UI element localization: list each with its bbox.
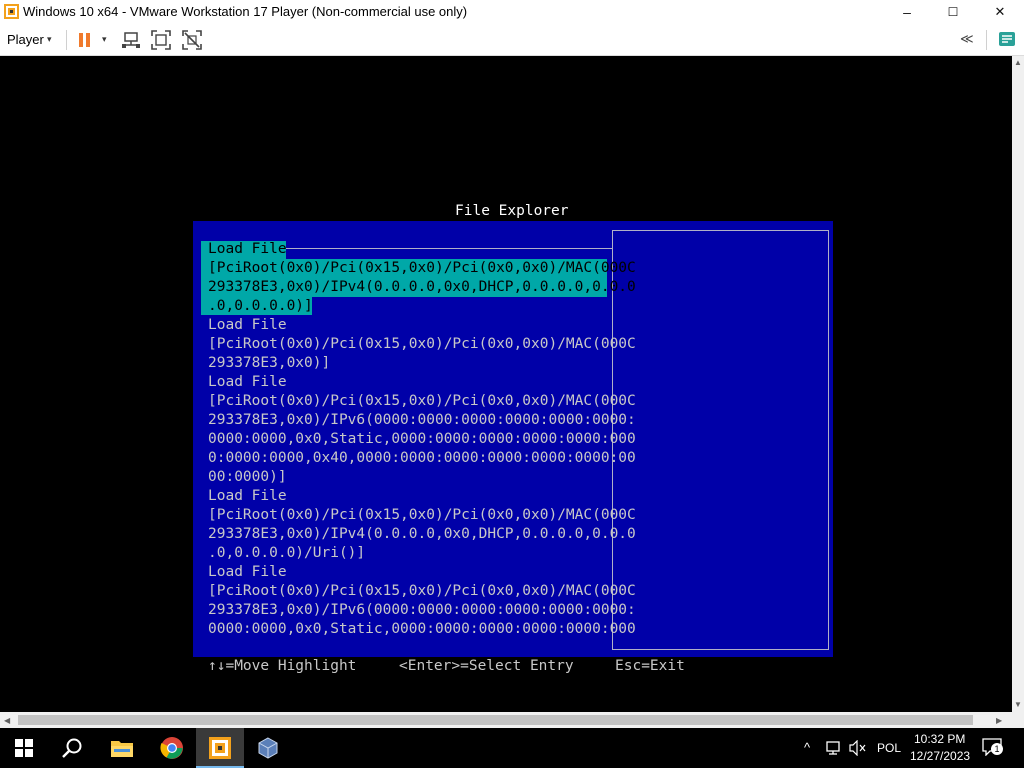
scroll-down-icon[interactable]: ▼	[1014, 700, 1022, 709]
file-explorer-button[interactable]	[98, 728, 146, 768]
entry-path: [PciRoot(0x0)/Pci(0x15,0x0)/Pci(0x0,0x0)…	[208, 507, 636, 523]
entry-path: 0:0000:0000,0x40,0000:0000:0000:0000:000…	[208, 450, 636, 466]
vm-toolbar: Player ▾ ▾ ≪	[0, 24, 1024, 56]
toolbar-divider	[66, 30, 67, 50]
entry-path: [PciRoot(0x0)/Pci(0x15,0x0)/Pci(0x0,0x0)…	[208, 393, 636, 409]
horizontal-scroll-thumb[interactable]	[18, 715, 973, 725]
entry-path: 293378E3,0x0)/IPv4(0.0.0.0,0x0,DHCP,0.0.…	[208, 526, 636, 542]
notifications-button[interactable]: 1	[982, 738, 1003, 757]
entry-path: 293378E3,0x0)/IPv4(0.0.0.0,0x0,DHCP,0.0.…	[208, 279, 636, 295]
help-text-box	[612, 230, 829, 650]
entry-path: [PciRoot(0x0)/Pci(0x15,0x0)/Pci(0x0,0x0)…	[208, 260, 636, 276]
search-button[interactable]	[48, 728, 96, 768]
maximize-button[interactable]: ☐	[930, 0, 976, 24]
toolbar-divider	[986, 30, 987, 50]
window-title-bar: Windows 10 x64 - VMware Workstation 17 P…	[0, 0, 1024, 25]
notification-count-badge: 1	[991, 743, 1003, 755]
select-entry-hint: <Enter>=Select Entry	[399, 658, 574, 674]
vertical-scrollbar[interactable]: ▲ ▼	[1012, 56, 1024, 712]
move-highlight-hint: ↑↓=Move Highlight	[208, 658, 357, 674]
chrome-icon	[160, 737, 183, 759]
entry-path: 0000:0000,0x0,Static,0000:0000:0000:0000…	[208, 621, 636, 637]
pause-icon	[74, 29, 96, 51]
entry-label: Load File	[208, 241, 287, 257]
vmware-app-icon	[4, 4, 19, 19]
search-icon	[62, 738, 82, 758]
message-log-icon	[999, 32, 1015, 46]
entry-path: .0,0.0.0.0)]	[208, 298, 313, 314]
collapse-toolbar-button[interactable]: ≪	[960, 31, 974, 47]
fullscreen-icon	[151, 30, 171, 50]
network-computers-icon	[122, 32, 140, 48]
clock-date[interactable]: 12/27/2023	[910, 749, 970, 763]
entry-label: Load File	[208, 374, 287, 390]
scroll-left-icon[interactable]: ◀	[4, 716, 10, 725]
scroll-right-icon[interactable]: ▶	[996, 716, 1002, 725]
show-hidden-icons-chevron-icon[interactable]: ^	[804, 740, 810, 755]
messages-button[interactable]	[996, 29, 1018, 51]
entry-label: Load File	[208, 488, 287, 504]
chevron-down-icon[interactable]: ▾	[47, 34, 52, 45]
exit-hint: Esc=Exit	[615, 658, 685, 674]
volume-muted-icon[interactable]	[849, 740, 867, 756]
chrome-button[interactable]	[148, 728, 196, 768]
entry-path: [PciRoot(0x0)/Pci(0x15,0x0)/Pci(0x0,0x0)…	[208, 583, 636, 599]
start-button[interactable]	[0, 728, 48, 768]
scrollbar-corner	[1012, 712, 1024, 728]
entry-path: 0000:0000,0x0,Static,0000:0000:0000:0000…	[208, 431, 636, 447]
network-icon[interactable]	[826, 740, 844, 756]
entry-path: .0,0.0.0.0)/Uri()]	[208, 545, 366, 561]
unity-button[interactable]	[181, 29, 203, 51]
pause-button[interactable]	[74, 29, 96, 51]
start-icon	[15, 739, 33, 757]
entry-path: 00:0000)]	[208, 469, 287, 485]
send-ctrl-alt-del-button[interactable]	[120, 29, 142, 51]
file-explorer-title: File Explorer	[455, 203, 569, 219]
vmware-player-icon	[209, 737, 231, 759]
unity-icon	[182, 30, 202, 50]
entry-path: 293378E3,0x0)/IPv6(0000:0000:0000:0000:0…	[208, 412, 636, 428]
horizontal-scrollbar[interactable]: ◀ ▶	[0, 712, 1012, 728]
pause-options-chevron-icon[interactable]: ▾	[102, 34, 107, 45]
vmware-player-taskbar-button[interactable]	[196, 728, 244, 768]
file-explorer-icon	[111, 741, 133, 757]
entry-path: [PciRoot(0x0)/Pci(0x15,0x0)/Pci(0x0,0x0)…	[208, 336, 636, 352]
entry-label: Load File	[208, 564, 287, 580]
clock-time[interactable]: 10:32 PM	[914, 732, 965, 746]
entry-label: Load File	[208, 317, 287, 333]
virtualbox-button[interactable]	[244, 728, 292, 768]
close-button[interactable]: ✕	[977, 0, 1023, 24]
language-indicator[interactable]: POL	[877, 741, 901, 755]
scroll-up-icon[interactable]: ▲	[1014, 58, 1022, 67]
player-menu-button[interactable]: Player	[7, 32, 44, 47]
virtualbox-icon	[258, 737, 278, 759]
entry-path: 293378E3,0x0)]	[208, 355, 331, 371]
windows-taskbar: ^ POL 10:32 PM 12/27/2023 1	[0, 728, 1024, 768]
full-screen-button[interactable]	[150, 29, 172, 51]
entry-path: 293378E3,0x0)/IPv6(0000:0000:0000:0000:0…	[208, 602, 636, 618]
window-title: Windows 10 x64 - VMware Workstation 17 P…	[23, 4, 468, 19]
minimize-button[interactable]: –	[884, 0, 930, 24]
entry-separator-line	[285, 248, 612, 249]
